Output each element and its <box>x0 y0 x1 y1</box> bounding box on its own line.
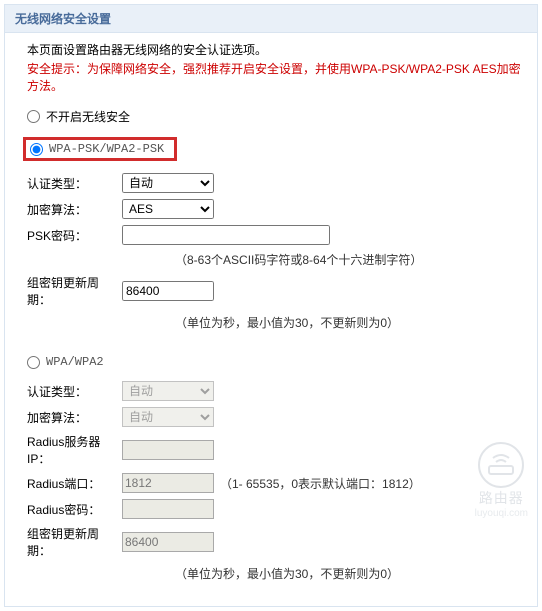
wpa-radius-ip-input[interactable] <box>122 440 214 460</box>
wpa-radius-pwd-label: Radius密码： <box>27 501 122 518</box>
wpa-cipher-select[interactable]: 自动 <box>122 407 214 427</box>
panel-body: 本页面设置路由器无线网络的安全认证选项。 安全提示：为保障网络安全，强烈推荐开启… <box>5 33 537 606</box>
wpa-rekey-label: 组密钥更新周期： <box>27 525 122 559</box>
wpapsk-cipher-select[interactable]: AES <box>122 199 214 219</box>
wpapsk-auth-select[interactable]: 自动 <box>122 173 214 193</box>
intro-desc: 本页面设置路由器无线网络的安全认证选项。 <box>27 41 523 58</box>
wpapsk-rekey-input[interactable] <box>122 281 214 301</box>
wpapsk-psk-label: PSK密码： <box>27 227 122 244</box>
radio-disabled[interactable] <box>27 110 40 123</box>
radio-wpa[interactable] <box>27 356 40 369</box>
wpa-rekey-input[interactable] <box>122 532 214 552</box>
wpa-auth-select[interactable]: 自动 <box>122 381 214 401</box>
wpapsk-rekey-hint: （单位为秒，最小值为30，不更新则为0） <box>175 314 523 331</box>
wpapsk-rekey-label: 组密钥更新周期： <box>27 274 122 308</box>
wpapsk-cipher-label: 加密算法： <box>27 201 122 218</box>
wpapsk-psk-hint: （8-63个ASCII码字符或8-64个十六进制字符） <box>175 251 523 268</box>
mode-wpa-row: WPA/WPA2 <box>27 355 523 369</box>
wpa-radius-port-hint: （1- 65535，0表示默认端口：1812） <box>220 475 421 492</box>
radio-wpa-label: WPA/WPA2 <box>46 355 104 369</box>
wpapsk-psk-input[interactable] <box>122 225 330 245</box>
wpa-radius-port-input[interactable] <box>122 473 214 493</box>
wpa-rekey-hint: （单位为秒，最小值为30，不更新则为0） <box>175 565 523 582</box>
radio-disabled-label: 不开启无线安全 <box>46 108 130 125</box>
wpa-cipher-label: 加密算法： <box>27 409 122 426</box>
mode-wpapsk-row: WPA-PSK/WPA2-PSK <box>27 137 523 161</box>
wpapsk-auth-label: 认证类型： <box>27 175 122 192</box>
settings-panel: 无线网络安全设置 本页面设置路由器无线网络的安全认证选项。 安全提示：为保障网络… <box>4 4 538 607</box>
intro-warning: 安全提示：为保障网络安全，强烈推荐开启安全设置，并使用WPA-PSK/WPA2-… <box>27 60 523 94</box>
wpa-radius-pwd-input[interactable] <box>122 499 214 519</box>
radio-wpapsk[interactable] <box>30 143 43 156</box>
wpa-radius-ip-label: Radius服务器IP： <box>27 433 122 467</box>
wpapsk-highlight: WPA-PSK/WPA2-PSK <box>23 137 177 161</box>
panel-title: 无线网络安全设置 <box>5 5 537 33</box>
mode-disabled-row: 不开启无线安全 <box>27 108 523 125</box>
wpa-auth-label: 认证类型： <box>27 383 122 400</box>
radio-wpapsk-label: WPA-PSK/WPA2-PSK <box>49 142 164 156</box>
wpa-radius-port-label: Radius端口： <box>27 475 122 492</box>
